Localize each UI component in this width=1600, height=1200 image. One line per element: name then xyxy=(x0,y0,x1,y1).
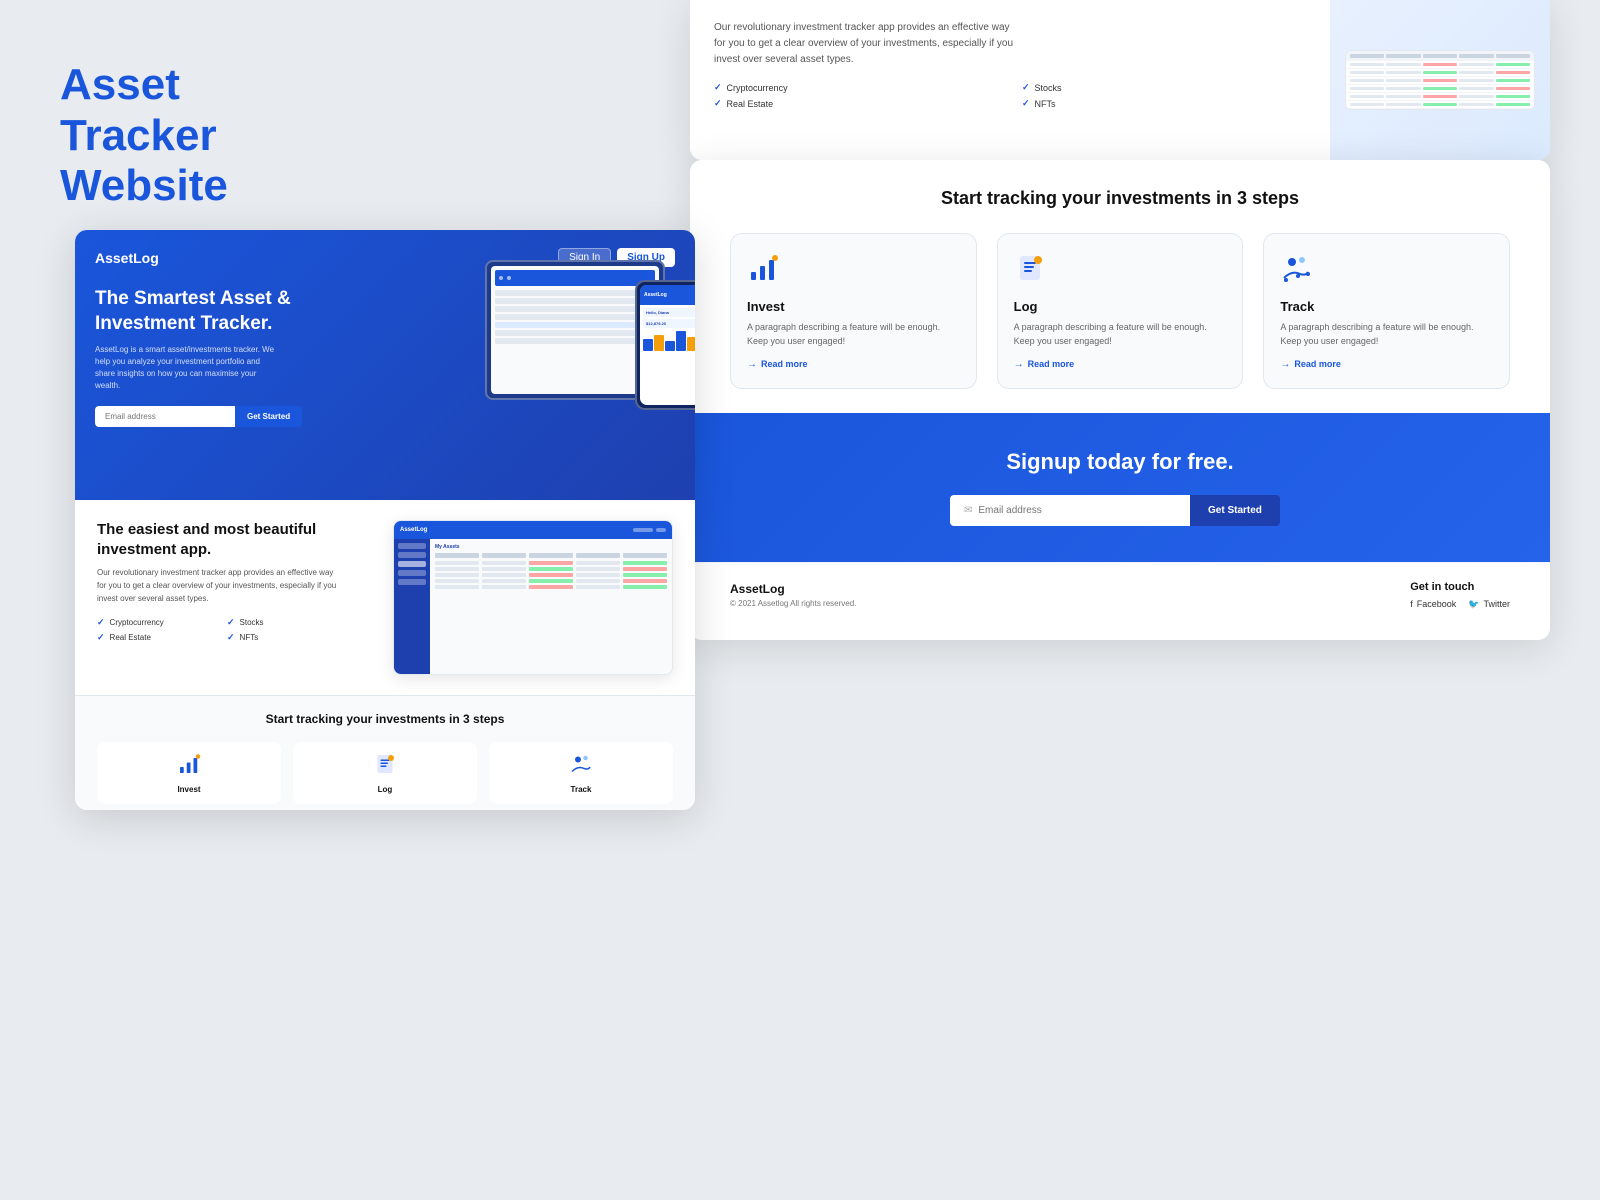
feature-crypto: ✓ Cryptocurrency xyxy=(714,82,998,93)
steps-title-mini: Start tracking your investments in 3 ste… xyxy=(97,712,673,726)
hero-email-input[interactable] xyxy=(95,406,235,427)
signup-title: Signup today for free. xyxy=(1006,449,1233,475)
feature-real-estate: ✓ Real Estate xyxy=(97,632,207,643)
track-icon xyxy=(1280,252,1493,291)
check-icon: ✓ xyxy=(1022,82,1030,93)
steps-row-mini: Invest Log xyxy=(97,742,673,804)
track-desc: A paragraph describing a feature will be… xyxy=(1280,320,1493,349)
footer-get-in-touch: Get in touch xyxy=(1410,581,1510,593)
right-top-text: Our revolutionary investment tracker app… xyxy=(690,0,1330,160)
feature-real-estate: ✓ Real Estate xyxy=(714,98,998,109)
steps-section-mini: Start tracking your investments in 3 ste… xyxy=(75,695,695,810)
footer-right: Get in touch f Facebook 🐦 Twitter xyxy=(1410,581,1510,610)
feature-crypto: ✓ Cryptocurrency xyxy=(97,617,207,628)
steps-title: Start tracking your investments in 3 ste… xyxy=(730,188,1510,209)
invest-label-mini: Invest xyxy=(107,785,271,794)
track-read-more[interactable]: → Read more xyxy=(1280,359,1493,370)
signup-get-started-button[interactable]: Get Started xyxy=(1190,495,1280,526)
hero-input-row: Get Started xyxy=(95,406,315,427)
browser-left: AssetLog Sign In Sign Up The Smartest As… xyxy=(75,230,695,810)
three-steps-section: Start tracking your investments in 3 ste… xyxy=(690,160,1550,413)
check-icon: ✓ xyxy=(714,98,722,109)
content-desc: Our revolutionary investment tracker app… xyxy=(97,567,337,605)
arrow-icon: → xyxy=(747,359,757,370)
footer-copyright: © 2021 Assetlog All rights reserved. xyxy=(730,599,856,608)
page-title: Asset Tracker Website xyxy=(60,60,320,212)
invest-name: Invest xyxy=(747,299,960,314)
invest-read-more[interactable]: → Read more xyxy=(747,359,960,370)
mini-table-preview xyxy=(1345,50,1535,110)
check-icon: ✓ xyxy=(97,632,105,643)
hero-section: AssetLog Sign In Sign Up The Smartest As… xyxy=(75,230,695,500)
right-top-desc: Our revolutionary investment tracker app… xyxy=(714,20,1014,68)
invest-icon-mini xyxy=(107,752,271,781)
check-icon: ✓ xyxy=(1022,98,1030,109)
facebook-icon: f xyxy=(1410,599,1413,609)
app-screenshot-logo: AssetLog xyxy=(400,527,427,533)
arrow-icon: → xyxy=(1280,359,1290,370)
track-name: Track xyxy=(1280,299,1493,314)
check-icon: ✓ xyxy=(227,617,235,628)
footer-left: AssetLog © 2021 Assetlog All rights rese… xyxy=(730,582,856,608)
check-icon: ✓ xyxy=(714,82,722,93)
footer-twitter-link[interactable]: 🐦 Twitter xyxy=(1468,599,1510,610)
invest-desc: A paragraph describing a feature will be… xyxy=(747,320,960,349)
right-top-image xyxy=(1330,0,1550,160)
feature-list: ✓ Cryptocurrency ✓ Stocks ✓ Real Estate … xyxy=(97,617,337,643)
step-log-mini: Log xyxy=(293,742,477,804)
signup-email-wrapper: ✉ xyxy=(950,495,1190,526)
browser-right-main: Start tracking your investments in 3 ste… xyxy=(690,160,1550,640)
email-icon: ✉ xyxy=(964,505,972,516)
log-icon xyxy=(1014,252,1227,291)
hero-title: The Smartest Asset & Investment Tracker. xyxy=(95,287,295,336)
app-screenshot: AssetLog xyxy=(393,520,673,675)
right-top-features: ✓ Cryptocurrency ✓ Stocks ✓ Real Estate … xyxy=(714,82,1306,109)
step-card-invest: Invest A paragraph describing a feature … xyxy=(730,233,977,389)
feature-stocks: ✓ Stocks xyxy=(1022,82,1306,93)
log-label-mini: Log xyxy=(303,785,467,794)
twitter-icon: 🐦 xyxy=(1468,599,1479,610)
steps-cards: Invest A paragraph describing a feature … xyxy=(730,233,1510,389)
browser-right-top: Our revolutionary investment tracker app… xyxy=(690,0,1550,160)
feature-nfts: ✓ NFTs xyxy=(1022,98,1306,109)
log-desc: A paragraph describing a feature will be… xyxy=(1014,320,1227,349)
signup-email-input[interactable] xyxy=(978,505,1176,516)
check-icon: ✓ xyxy=(97,617,105,628)
signup-banner: Signup today for free. ✉ Get Started xyxy=(690,413,1550,562)
step-invest-mini: Invest xyxy=(97,742,281,804)
hero-logo: AssetLog xyxy=(95,250,159,266)
hero-device: AssetLog Hello, Diana $12,879.20 xyxy=(465,250,695,490)
footer-logo: AssetLog xyxy=(730,582,856,596)
step-card-track: Track A paragraph describing a feature w… xyxy=(1263,233,1510,389)
phone-mockup: AssetLog Hello, Diana $12,879.20 xyxy=(635,280,695,410)
hero-desc: AssetLog is a smart asset/investments tr… xyxy=(95,344,275,392)
browser-content: The easiest and most beautiful investmen… xyxy=(75,500,695,695)
invest-icon xyxy=(747,252,960,291)
check-icon: ✓ xyxy=(227,632,235,643)
footer-links: f Facebook 🐦 Twitter xyxy=(1410,599,1510,610)
content-title: The easiest and most beautiful investmen… xyxy=(97,520,337,559)
footer-facebook-link[interactable]: f Facebook xyxy=(1410,599,1456,610)
page-label: Asset Tracker Website xyxy=(60,60,320,212)
arrow-icon: → xyxy=(1014,359,1024,370)
step-track-mini: Track xyxy=(489,742,673,804)
hero-cta-button[interactable]: Get Started xyxy=(235,406,302,427)
track-label-mini: Track xyxy=(499,785,663,794)
feature-stocks: ✓ Stocks xyxy=(227,617,337,628)
signup-input-row: ✉ Get Started xyxy=(950,495,1290,526)
footer: AssetLog © 2021 Assetlog All rights rese… xyxy=(690,562,1550,628)
feature-nfts: ✓ NFTs xyxy=(227,632,337,643)
log-read-more[interactable]: → Read more xyxy=(1014,359,1227,370)
log-icon-mini xyxy=(303,752,467,781)
track-icon-mini xyxy=(499,752,663,781)
step-card-log: Log A paragraph describing a feature wil… xyxy=(997,233,1244,389)
log-name: Log xyxy=(1014,299,1227,314)
